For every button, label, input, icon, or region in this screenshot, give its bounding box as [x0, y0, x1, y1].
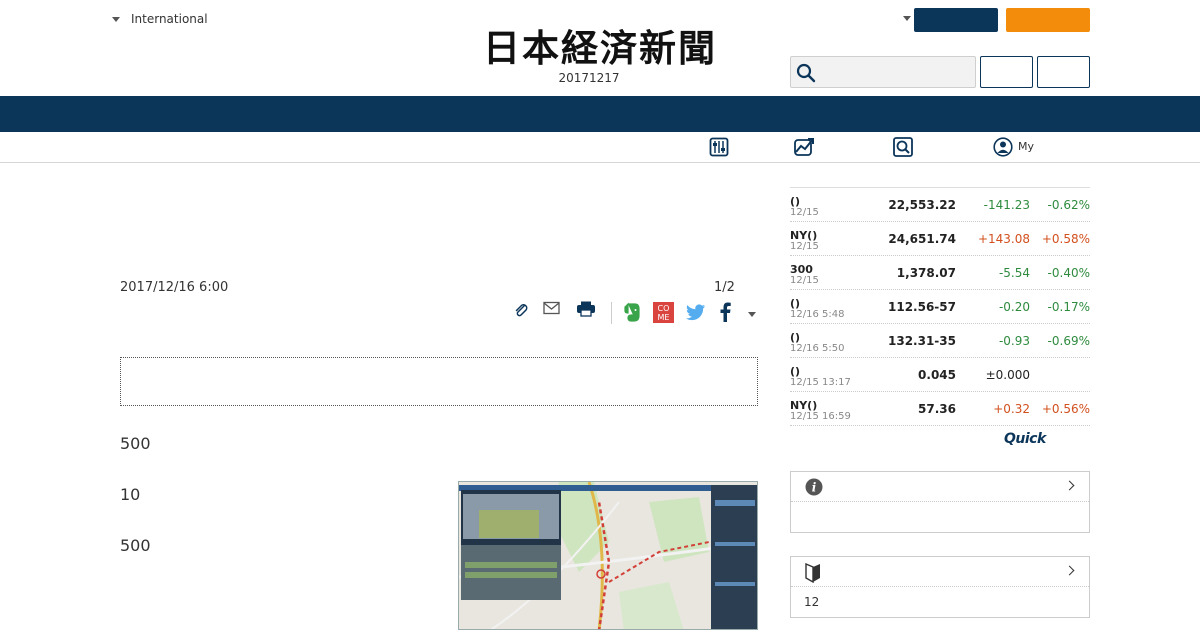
market-row[interactable]: () 12/16 5:50 132.31-35 -0.93 -0.69% [790, 324, 1090, 358]
main-navigation-bar[interactable] [0, 96, 1200, 132]
share-more-caret-icon[interactable] [748, 312, 756, 317]
login-button[interactable] [914, 8, 998, 32]
market-time: 12/16 5:48 [790, 309, 845, 320]
beginner-mark-icon [805, 563, 820, 583]
beginner-box-body: 12 [791, 587, 1089, 617]
market-percent: +0.56% [1041, 402, 1090, 416]
market-time: 12/15 16:59 [790, 411, 851, 422]
market-row[interactable]: 300 12/15 1,378.07 -5.54 -0.40% [790, 256, 1090, 290]
my-page-link[interactable]: My [1018, 140, 1034, 153]
market-time: 12/16 5:50 [790, 343, 845, 354]
market-percent: -0.17% [1047, 300, 1090, 314]
market-value: 22,553.22 [888, 198, 956, 212]
twitter-icon[interactable] [686, 304, 706, 321]
search-input[interactable] [790, 56, 976, 88]
advertisement-slot[interactable] [120, 357, 758, 406]
chevron-right-icon [1064, 565, 1075, 576]
page-indicator: 1/2 [714, 280, 735, 295]
info-box: i [790, 471, 1090, 533]
article-paragraph: 500 [120, 536, 151, 555]
market-row[interactable]: NY() 12/15 24,651.74 +143.08 +0.58% [790, 222, 1090, 256]
newspaper-icon[interactable] [709, 137, 729, 157]
svg-text:i: i [812, 481, 817, 495]
market-value: 132.31-35 [888, 334, 956, 348]
beginner-box-header[interactable] [791, 557, 1089, 587]
info-box-body [791, 502, 1089, 532]
market-value: 1,378.07 [896, 266, 956, 280]
beginner-box: 12 [790, 556, 1090, 618]
market-table: () 12/15 22,553.22 -141.23 -0.62% NY() 12/15 24… [790, 187, 1090, 426]
account-menu-caret-icon[interactable] [903, 16, 911, 21]
paperclip-icon[interactable] [513, 302, 529, 318]
issue-date: 20171217 [558, 71, 620, 85]
search-icon[interactable] [796, 63, 816, 83]
market-time: 12/15 [790, 275, 819, 286]
market-time: 12/15 [790, 241, 819, 252]
market-change: +0.32 [993, 402, 1030, 416]
market-change: +143.08 [977, 232, 1030, 246]
print-icon[interactable] [576, 301, 596, 317]
article-timestamp: 2017/12/16 6:00 [120, 280, 229, 295]
market-row[interactable]: () 12/15 22,553.22 -141.23 -0.62% [790, 188, 1090, 222]
caret-down-icon [112, 16, 120, 22]
market-chart-icon[interactable] [793, 137, 815, 157]
edition-selector[interactable]: International [112, 12, 208, 26]
facebook-icon[interactable] [719, 302, 731, 322]
market-change: -5.54 [998, 266, 1030, 280]
article-paragraph: 500 [120, 434, 151, 453]
market-percent: -0.62% [1047, 198, 1090, 212]
info-box-header[interactable]: i [791, 472, 1089, 502]
market-time: 12/15 13:17 [790, 377, 851, 388]
market-change: -141.23 [983, 198, 1030, 212]
market-change: ±0.000 [985, 368, 1030, 382]
market-change: -0.20 [998, 300, 1030, 314]
info-icon: i [805, 478, 823, 496]
svg-text:ME: ME [658, 313, 670, 322]
article-paragraph: 10 [120, 485, 141, 504]
market-value: 112.56-57 [888, 300, 956, 314]
article-tools: CO ME [510, 298, 760, 326]
quick-logo[interactable]: Quick [1004, 431, 1046, 447]
chevron-right-icon [1064, 480, 1075, 491]
article-image[interactable] [458, 481, 758, 630]
market-value: 57.36 [918, 402, 956, 416]
beginner-box-text: 12 [804, 595, 820, 609]
market-time: 12/15 [790, 207, 819, 218]
header-outline-button-1[interactable] [980, 56, 1033, 88]
sub-navigation: My [0, 132, 1200, 163]
user-icon[interactable] [993, 137, 1013, 157]
edition-label: International [131, 12, 208, 26]
tools-divider [611, 302, 612, 324]
market-row[interactable]: () 12/15 13:17 0.045 ±0.000 [790, 358, 1090, 392]
header-outline-button-2[interactable] [1037, 56, 1090, 88]
market-value: 0.045 [918, 368, 956, 382]
market-row[interactable]: () 12/16 5:48 112.56-57 -0.20 -0.17% [790, 290, 1090, 324]
map-screenshot-image [459, 482, 757, 629]
mail-icon[interactable] [543, 301, 560, 315]
market-percent: -0.40% [1047, 266, 1090, 280]
subscribe-button[interactable] [1006, 8, 1090, 32]
market-value: 24,651.74 [888, 232, 956, 246]
svg-text:CO: CO [658, 304, 670, 313]
comemo-icon[interactable]: CO ME [653, 302, 674, 323]
search-article-icon[interactable] [893, 137, 913, 157]
market-percent: +0.58% [1041, 232, 1090, 246]
site-header: International 日本経済新聞 20171217 [0, 0, 1200, 96]
market-change: -0.93 [998, 334, 1030, 348]
evernote-icon[interactable] [623, 302, 641, 322]
market-row[interactable]: NY() 12/15 16:59 57.36 +0.32 +0.56% [790, 392, 1090, 426]
market-percent: -0.69% [1047, 334, 1090, 348]
site-logo[interactable]: 日本経済新聞 [450, 27, 750, 69]
